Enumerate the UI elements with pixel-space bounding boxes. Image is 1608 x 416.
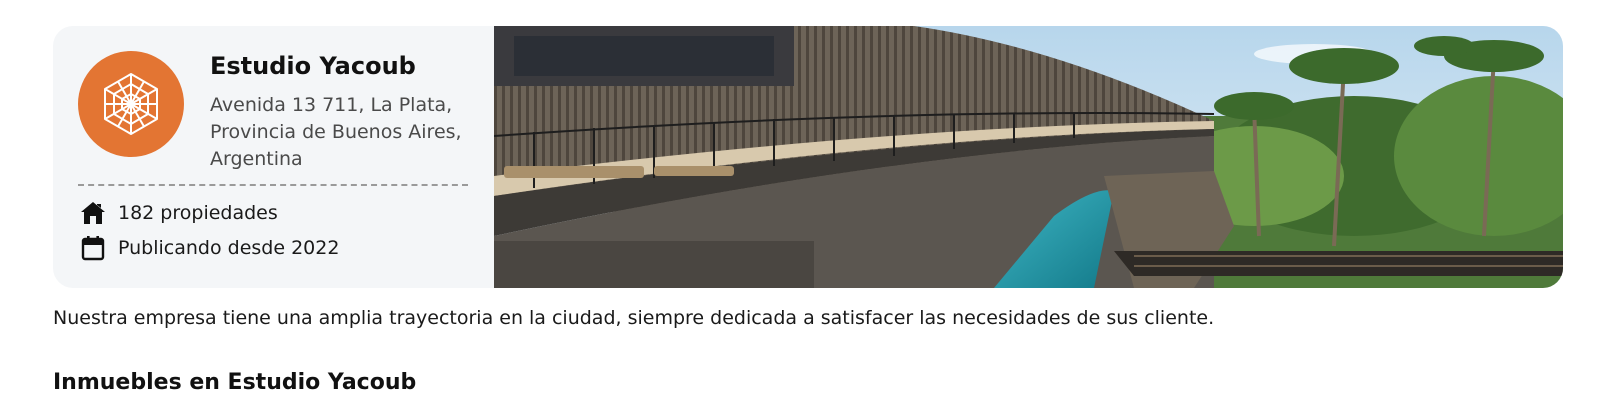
agency-address: Avenida 13 711, La Plata, Provincia de B… [210,94,462,170]
divider [78,184,468,186]
agency-cover-photo [494,26,1563,288]
properties-count-label: 182 propiedades [118,202,278,224]
agency-info-panel: Estudio Yacoub Avenida 13 711, La Plata,… [53,26,494,288]
hexagon-lattice-icon [104,73,158,135]
calendar-icon [78,233,108,263]
house-icon [78,198,108,228]
agency-card: Estudio Yacoub Avenida 13 711, La Plata,… [53,26,1563,288]
section-title: Inmuebles en Estudio Yacoub [53,370,417,395]
agency-description: Nuestra empresa tiene una amplia trayect… [53,307,1215,329]
publishing-since: Publicando desde 2022 [78,233,339,263]
agency-name: Estudio Yacoub [210,52,416,80]
agency-logo [78,51,184,157]
publishing-since-label: Publicando desde 2022 [118,237,340,259]
properties-count: 182 propiedades [78,198,278,228]
